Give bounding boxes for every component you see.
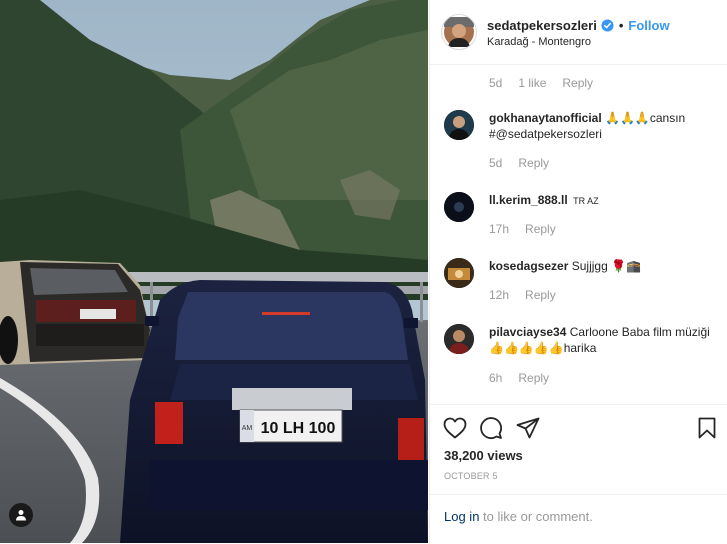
comment-body: ll.kerim_888.ll TR AZ bbox=[489, 192, 714, 209]
comment-meta: 12h Reply bbox=[489, 288, 572, 302]
author-line: sedatpekersozleri • Follow bbox=[487, 18, 670, 33]
comment-time[interactable]: 5d bbox=[489, 156, 502, 170]
caption-likes[interactable]: 1 like bbox=[518, 76, 546, 90]
commenter-avatar[interactable] bbox=[444, 258, 474, 288]
author-username[interactable]: sedatpekersozleri bbox=[487, 18, 597, 33]
comment-username[interactable]: kosedagsezer bbox=[489, 259, 568, 273]
commenter-avatar[interactable] bbox=[444, 192, 474, 222]
post-location[interactable]: Karadağ - Montengro bbox=[487, 36, 591, 48]
reply-button[interactable]: Reply bbox=[525, 288, 556, 302]
verified-badge-icon bbox=[601, 19, 614, 32]
user-tag-button[interactable] bbox=[9, 503, 33, 527]
comment-time[interactable]: 17h bbox=[489, 222, 509, 236]
comment-meta: 5d Reply bbox=[489, 156, 565, 170]
caption-meta: 5d 1 like Reply bbox=[489, 76, 609, 90]
commenter-avatar-image bbox=[444, 192, 474, 222]
comment-meta: 6h Reply bbox=[489, 371, 565, 385]
user-tag-icon bbox=[16, 510, 26, 521]
reply-button[interactable]: Reply bbox=[525, 222, 556, 236]
commenter-avatar[interactable] bbox=[444, 110, 474, 140]
reply-button[interactable]: Reply bbox=[518, 156, 549, 170]
post-side-panel: sedatpekersozleri • Follow Karadağ - Mon… bbox=[429, 0, 727, 544]
comment-username[interactable]: gokhanaytanofficial bbox=[489, 111, 602, 125]
plate-number: 10 LH 100 bbox=[261, 420, 336, 437]
comment-time[interactable]: 6h bbox=[489, 371, 502, 385]
commenter-avatar-image bbox=[444, 258, 474, 288]
speech-bubble-icon[interactable] bbox=[479, 416, 503, 440]
post-media-video[interactable]: AM 10 LH 100 bbox=[0, 0, 428, 543]
header-dot-separator: • bbox=[618, 18, 624, 33]
comment-username[interactable]: ll.kerim_888.ll bbox=[489, 193, 568, 207]
comment-meta: 17h Reply bbox=[489, 222, 572, 236]
login-prompt-bar: Log in to like or comment. bbox=[430, 494, 727, 544]
reply-button[interactable]: Reply bbox=[562, 76, 593, 90]
comment-body: gokhanaytanofficial 🙏🙏🙏cansın #@sedatpek… bbox=[489, 110, 714, 142]
comment-body: kosedagsezer Sujjjgg 🌹🕋 bbox=[489, 258, 714, 274]
author-avatar[interactable] bbox=[441, 14, 477, 50]
heart-icon[interactable] bbox=[443, 417, 467, 439]
author-avatar-image bbox=[444, 17, 474, 47]
follow-button[interactable]: Follow bbox=[628, 18, 669, 33]
caption-time[interactable]: 5d bbox=[489, 76, 502, 90]
comment-username[interactable]: pilavciayse34 bbox=[489, 325, 566, 339]
commenter-avatar-image bbox=[444, 324, 474, 354]
comment-body: pilavciayse34 Carloone Baba film müziği👍… bbox=[489, 324, 714, 356]
comment-time[interactable]: 12h bbox=[489, 288, 509, 302]
post-actions: 38,200 views OCTOBER 5 bbox=[430, 404, 727, 505]
comment-text: TR AZ bbox=[573, 196, 599, 206]
login-prompt: Log in to like or comment. bbox=[444, 509, 593, 524]
reply-button[interactable]: Reply bbox=[518, 371, 549, 385]
video-frame: AM 10 LH 100 bbox=[0, 0, 428, 543]
login-prompt-text: to like or comment. bbox=[479, 509, 593, 524]
commenter-avatar-image bbox=[444, 110, 474, 140]
paper-plane-icon[interactable] bbox=[516, 417, 540, 439]
login-link[interactable]: Log in bbox=[444, 509, 479, 524]
bookmark-icon[interactable] bbox=[698, 417, 716, 439]
post-header: sedatpekersozleri • Follow Karadağ - Mon… bbox=[430, 0, 727, 65]
plate-country: AM bbox=[242, 425, 253, 432]
comments-list[interactable]: 5d 1 like Reply gokhanaytanofficial 🙏🙏🙏c… bbox=[430, 65, 727, 404]
commenter-avatar[interactable] bbox=[444, 324, 474, 354]
comment-text: Sujjjgg 🌹🕋 bbox=[571, 259, 641, 273]
post-date[interactable]: OCTOBER 5 bbox=[444, 471, 498, 481]
view-count[interactable]: 38,200 views bbox=[444, 448, 523, 463]
